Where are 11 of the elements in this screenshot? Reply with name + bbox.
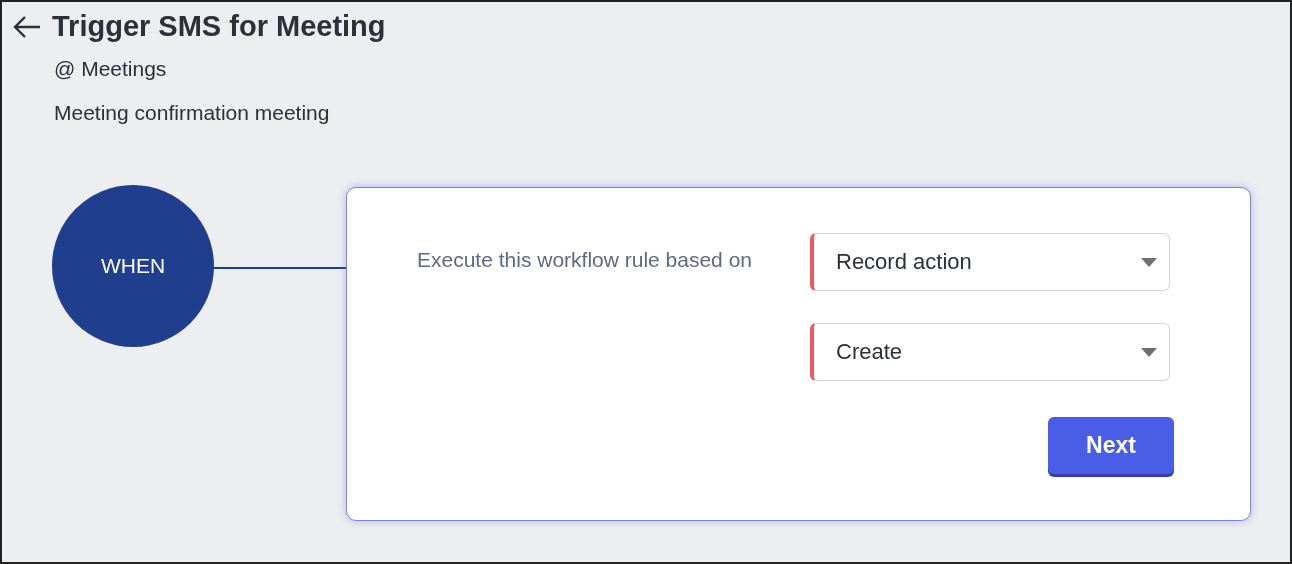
- rule-label: Execute this workflow rule based on: [416, 247, 752, 273]
- trigger-node: WHEN: [52, 185, 214, 347]
- caret-icon: [1141, 257, 1157, 267]
- dropdown[interactable]: Create: [810, 323, 1170, 381]
- back-arrow-icon[interactable]: [12, 14, 42, 39]
- page-title: Trigger SMS for Meeting: [52, 10, 386, 43]
- dropdown[interactable]: Record action: [810, 233, 1170, 291]
- next-button[interactable]: Next: [1048, 417, 1174, 474]
- module-name: @ Meetings: [54, 57, 167, 81]
- workflow-description: Meeting confirmation meeting: [54, 101, 330, 125]
- caret-icon: [1141, 347, 1157, 357]
